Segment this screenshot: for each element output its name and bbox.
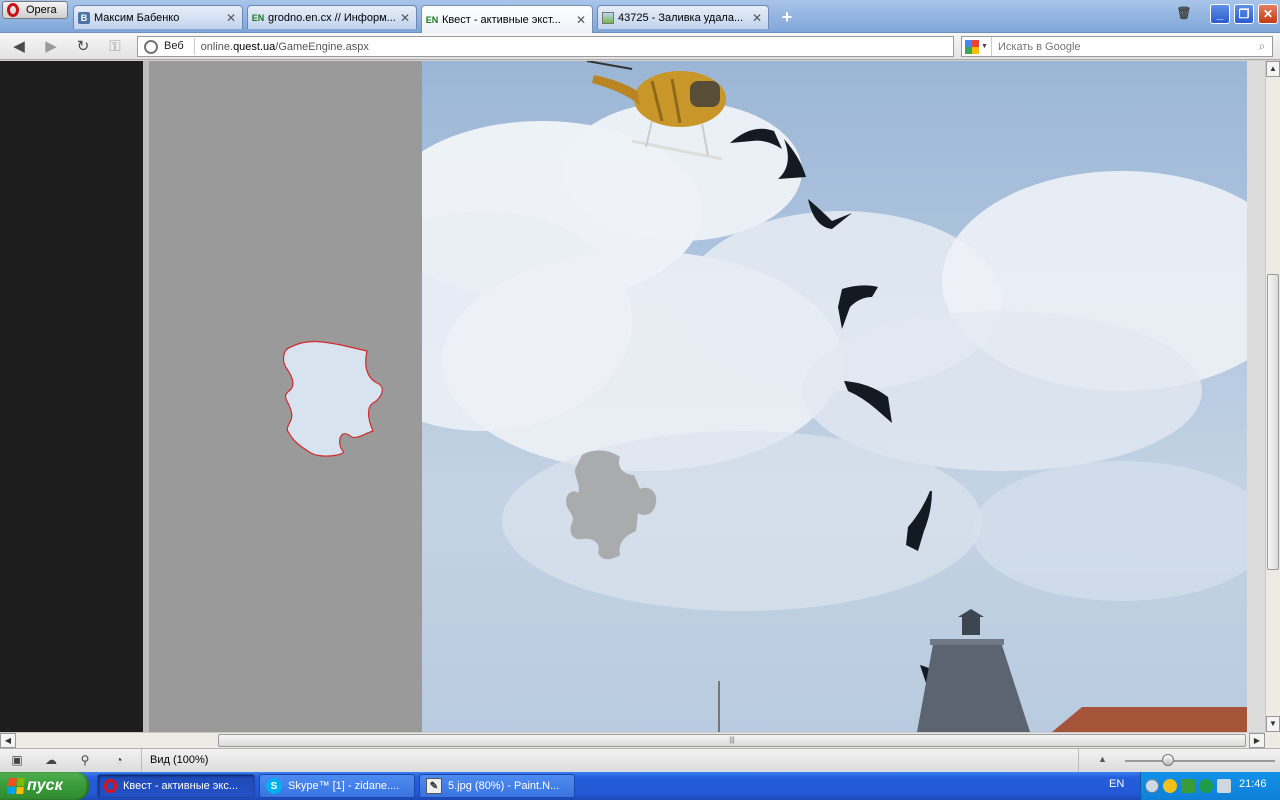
task-label: 5.jpg (80%) - Paint.N... (448, 780, 560, 792)
windows-taskbar: пуск Квест - активные экс... S Skype™ [1… (0, 772, 1280, 800)
scroll-up-icon[interactable]: ▲ (1266, 61, 1280, 77)
status-bar: ▣ ☁ ⚲ ◔ Вид (100%) ▲ (0, 748, 1280, 772)
opera-menu-button[interactable]: Opera (2, 1, 68, 19)
windows-logo-icon (7, 778, 25, 794)
tray-arrow-icon[interactable] (1145, 779, 1159, 793)
close-button[interactable]: ✕ (1258, 4, 1278, 24)
address-toolbar: ◀ ▶ ↻ ⚿ Веб online.quest.ua/GameEngine.a… (0, 33, 1280, 60)
en-icon: EN (251, 12, 265, 23)
opera-menu-label: Opera (26, 4, 57, 16)
puzzle-piece-draggable[interactable] (149, 61, 422, 732)
paint-icon: ✎ (426, 778, 442, 794)
scroll-down-icon[interactable]: ▼ (1266, 716, 1280, 732)
en-icon: EN (425, 14, 439, 25)
clock: 21:46 (1239, 778, 1267, 790)
tab-title: Квест - активные экст... (442, 13, 561, 26)
tab-vk[interactable]: В Максим Бабенко ✕ (73, 5, 243, 29)
search-icon[interactable]: ⌕ (1252, 39, 1272, 54)
site-label: Веб (164, 38, 195, 55)
scroll-right-icon[interactable]: ▶ (1249, 733, 1265, 748)
globe-icon (144, 39, 158, 54)
tab-close-icon[interactable]: ✕ (752, 11, 762, 25)
search-input[interactable] (992, 40, 1252, 53)
tab-close-icon[interactable]: ✕ (400, 11, 410, 25)
flag-icon[interactable] (1217, 779, 1231, 793)
new-tab-button[interactable]: + (777, 8, 797, 26)
vk-icon: В (78, 11, 90, 24)
tab-title: grodno.en.cx // Информ... (268, 11, 396, 24)
horizontal-scroll-thumb[interactable]: ||| (218, 734, 1246, 747)
start-button[interactable]: пуск (0, 772, 89, 800)
tab-close-icon[interactable]: ✕ (226, 11, 236, 25)
share-icon[interactable]: ⚲ (76, 753, 94, 768)
skype-icon: S (266, 778, 282, 794)
vertical-scroll-thumb[interactable] (1267, 274, 1279, 570)
utorrent-icon[interactable] (1199, 779, 1213, 793)
tab-title: Максим Бабенко (94, 11, 180, 24)
search-box: ▼ ⌕ (961, 36, 1273, 57)
trash-icon[interactable]: 🗑 (1174, 4, 1194, 24)
scroll-gutter (1247, 61, 1265, 732)
zoom-slider-knob[interactable] (1162, 754, 1174, 766)
building-tower (917, 609, 1030, 732)
puzzle-slot[interactable] (562, 445, 662, 565)
red-roof (1052, 707, 1247, 732)
tab-quest-active[interactable]: EN Квест - активные экст... ✕ (421, 5, 593, 33)
puzzle-piece-tray (149, 61, 422, 732)
forward-arrow-icon[interactable]: ▶ (40, 37, 62, 57)
key-icon[interactable]: ⚿ (104, 37, 126, 57)
url-text[interactable]: online.quest.ua/GameEngine.aspx (195, 41, 369, 53)
taskbar-item-skype[interactable]: S Skype™ [1] - zidane.... (259, 774, 415, 798)
scroll-left-icon[interactable]: ◀ (0, 733, 16, 748)
taskbar-item-opera[interactable]: Квест - активные экс... (97, 774, 255, 798)
opera-logo-icon (7, 3, 19, 17)
vertical-scrollbar[interactable]: ▲ ▼ (1265, 61, 1280, 732)
tab-bar: Opera В Максим Бабенко ✕ EN grodno.en.cx… (0, 0, 1280, 33)
task-label: Skype™ [1] - zidane.... (288, 780, 400, 792)
zoom-slider[interactable] (1125, 760, 1275, 762)
google-icon[interactable]: ▼ (962, 37, 992, 56)
restore-button[interactable]: ❐ (1234, 4, 1254, 24)
dark-side-panel (0, 61, 143, 732)
back-arrow-icon[interactable]: ◀ (8, 37, 30, 57)
scroll-corner (1265, 732, 1280, 748)
cloud-icon[interactable]: ☁ (42, 753, 60, 768)
system-tray: 21:46 (1140, 772, 1280, 800)
quest-image (422, 61, 1247, 732)
tab-title: 43725 - Заливка удала... (618, 11, 744, 24)
tab-close-icon[interactable]: ✕ (576, 13, 586, 27)
page-content: ▲ ▼ (0, 61, 1280, 732)
image-icon (602, 11, 614, 24)
tab-grodno[interactable]: EN grodno.en.cx // Информ... ✕ (247, 5, 417, 29)
minimize-button[interactable]: _ (1210, 4, 1230, 24)
start-label: пуск (27, 777, 63, 794)
panel-toggle-icon[interactable]: ▣ (8, 753, 26, 768)
reload-icon[interactable]: ↻ (72, 37, 94, 57)
signal-icon[interactable] (1181, 779, 1195, 793)
task-label: Квест - активные экс... (123, 780, 239, 792)
zoom-label[interactable]: Вид (100%) (141, 749, 208, 772)
taskbar-item-paint[interactable]: ✎ 5.jpg (80%) - Paint.N... (419, 774, 575, 798)
zoom-menu-icon[interactable]: ▲ (1098, 754, 1107, 764)
opera-icon (104, 779, 117, 793)
warning-icon[interactable] (1163, 779, 1177, 793)
horizontal-scrollbar[interactable]: ◀ ||| ▶ (0, 732, 1265, 748)
tab-fill[interactable]: 43725 - Заливка удала... ✕ (597, 5, 769, 29)
language-indicator[interactable]: EN (1109, 778, 1124, 790)
speed-dial-icon[interactable]: ◔ (110, 753, 128, 768)
address-field[interactable]: Веб online.quest.ua/GameEngine.aspx (137, 36, 954, 57)
